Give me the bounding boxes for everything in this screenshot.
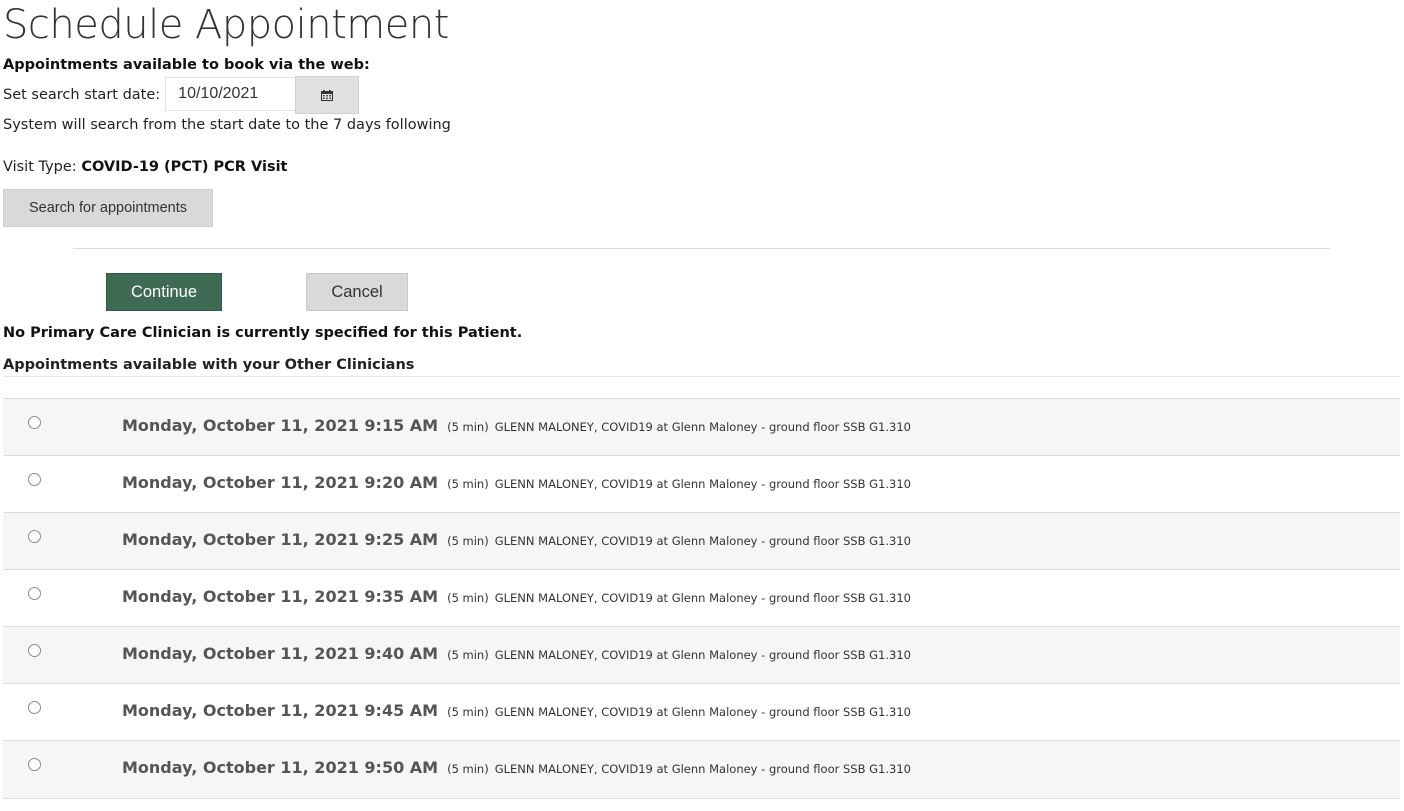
- slot-datetime: Monday, October 11, 2021 9:45 AM: [122, 701, 439, 720]
- slot-duration: (5 min): [447, 534, 489, 548]
- available-appointments-heading: Appointments available to book via the w…: [3, 57, 370, 73]
- slot-datetime: Monday, October 11, 2021 9:15 AM: [122, 416, 439, 435]
- slot-duration: (5 min): [447, 705, 489, 719]
- page-title: Schedule Appointment: [3, 2, 449, 48]
- slot-clinician-location: GLENN MALONEY, COVID19 at Glenn Maloney …: [494, 477, 911, 491]
- section-divider: [3, 376, 1400, 377]
- primary-clinician-note: No Primary Care Clinician is currently s…: [3, 325, 523, 341]
- calendar-icon: [321, 89, 334, 101]
- schedule-appointment-page: Schedule Appointment Appointments availa…: [0, 0, 1404, 811]
- slot-duration: (5 min): [447, 591, 489, 605]
- slot-radio-button[interactable]: [28, 644, 41, 657]
- continue-button[interactable]: Continue: [106, 273, 222, 311]
- slot-duration: (5 min): [447, 648, 489, 662]
- search-range-hint: System will search from the start date t…: [3, 117, 451, 133]
- divider: [73, 248, 1330, 249]
- appointment-slot-row[interactable]: Monday, October 11, 2021 9:35 AM (5 min) G…: [3, 569, 1400, 626]
- slot-clinician-location: GLENN MALONEY, COVID19 at Glenn Maloney …: [494, 591, 911, 605]
- other-clinicians-heading: Appointments available with your Other C…: [3, 357, 415, 373]
- appointment-slot-row[interactable]: Monday, October 11, 2021 9:15 AM (5 min) G…: [3, 398, 1400, 455]
- visit-type: Visit Type: COVID-19 (PCT) PCR Visit: [3, 159, 287, 175]
- slot-clinician-location: GLENN MALONEY, COVID19 at Glenn Maloney …: [494, 648, 911, 662]
- appointment-slot-row[interactable]: Monday, October 11, 2021 9:50 AM (5 min) G…: [3, 740, 1400, 799]
- appointment-slot-row[interactable]: Monday, October 11, 2021 9:40 AM (5 min) G…: [3, 626, 1400, 683]
- slot-datetime: Monday, October 11, 2021 9:20 AM: [122, 473, 439, 492]
- appointment-slot-row[interactable]: Monday, October 11, 2021 9:20 AM (5 min) G…: [3, 455, 1400, 512]
- slot-clinician-location: GLENN MALONEY, COVID19 at Glenn Maloney …: [494, 420, 911, 434]
- slot-radio-button[interactable]: [28, 473, 41, 486]
- appointment-slot-row[interactable]: Monday, October 11, 2021 9:45 AM (5 min) G…: [3, 683, 1400, 740]
- slot-text: Monday, October 11, 2021 9:50 AM (5 min) G…: [122, 758, 911, 778]
- slot-clinician-location: GLENN MALONEY, COVID19 at Glenn Maloney …: [494, 762, 911, 776]
- cancel-button[interactable]: Cancel: [306, 273, 408, 311]
- slot-datetime: Monday, October 11, 2021 9:35 AM: [122, 587, 439, 606]
- slot-datetime: Monday, October 11, 2021 9:25 AM: [122, 530, 439, 549]
- appointment-slot-row[interactable]: Monday, October 11, 2021 9:25 AM (5 min) G…: [3, 512, 1400, 569]
- slot-duration: (5 min): [447, 420, 489, 434]
- slot-text: Monday, October 11, 2021 9:35 AM (5 min) G…: [122, 587, 911, 607]
- slot-datetime: Monday, October 11, 2021 9:40 AM: [122, 644, 439, 663]
- slot-text: Monday, October 11, 2021 9:45 AM (5 min) G…: [122, 701, 911, 721]
- slot-text: Monday, October 11, 2021 9:20 AM (5 min) G…: [122, 473, 911, 493]
- slot-text: Monday, October 11, 2021 9:25 AM (5 min) G…: [122, 530, 911, 550]
- start-date-label: Set search start date:: [3, 87, 161, 103]
- slot-radio-button[interactable]: [28, 758, 41, 771]
- slot-radio-button[interactable]: [28, 701, 41, 714]
- visit-type-label: Visit Type:: [3, 159, 77, 175]
- start-date-input[interactable]: [165, 77, 296, 111]
- visit-type-value: COVID-19 (PCT) PCR Visit: [81, 159, 288, 175]
- slot-duration: (5 min): [447, 762, 489, 776]
- slot-radio-button[interactable]: [28, 587, 41, 600]
- slot-duration: (5 min): [447, 477, 489, 491]
- appointment-slot-list: Monday, October 11, 2021 9:15 AM (5 min) G…: [3, 398, 1400, 799]
- slot-text: Monday, October 11, 2021 9:15 AM (5 min) G…: [122, 416, 911, 436]
- slot-clinician-location: GLENN MALONEY, COVID19 at Glenn Maloney …: [494, 705, 911, 719]
- slot-text: Monday, October 11, 2021 9:40 AM (5 min) G…: [122, 644, 911, 664]
- search-appointments-button[interactable]: Search for appointments: [3, 189, 213, 227]
- slot-radio-button[interactable]: [28, 416, 41, 429]
- slot-radio-button[interactable]: [28, 530, 41, 543]
- slot-clinician-location: GLENN MALONEY, COVID19 at Glenn Maloney …: [494, 534, 911, 548]
- calendar-button[interactable]: [295, 76, 360, 114]
- slot-datetime: Monday, October 11, 2021 9:50 AM: [122, 758, 439, 777]
- start-date-row: Set search start date:: [3, 76, 360, 114]
